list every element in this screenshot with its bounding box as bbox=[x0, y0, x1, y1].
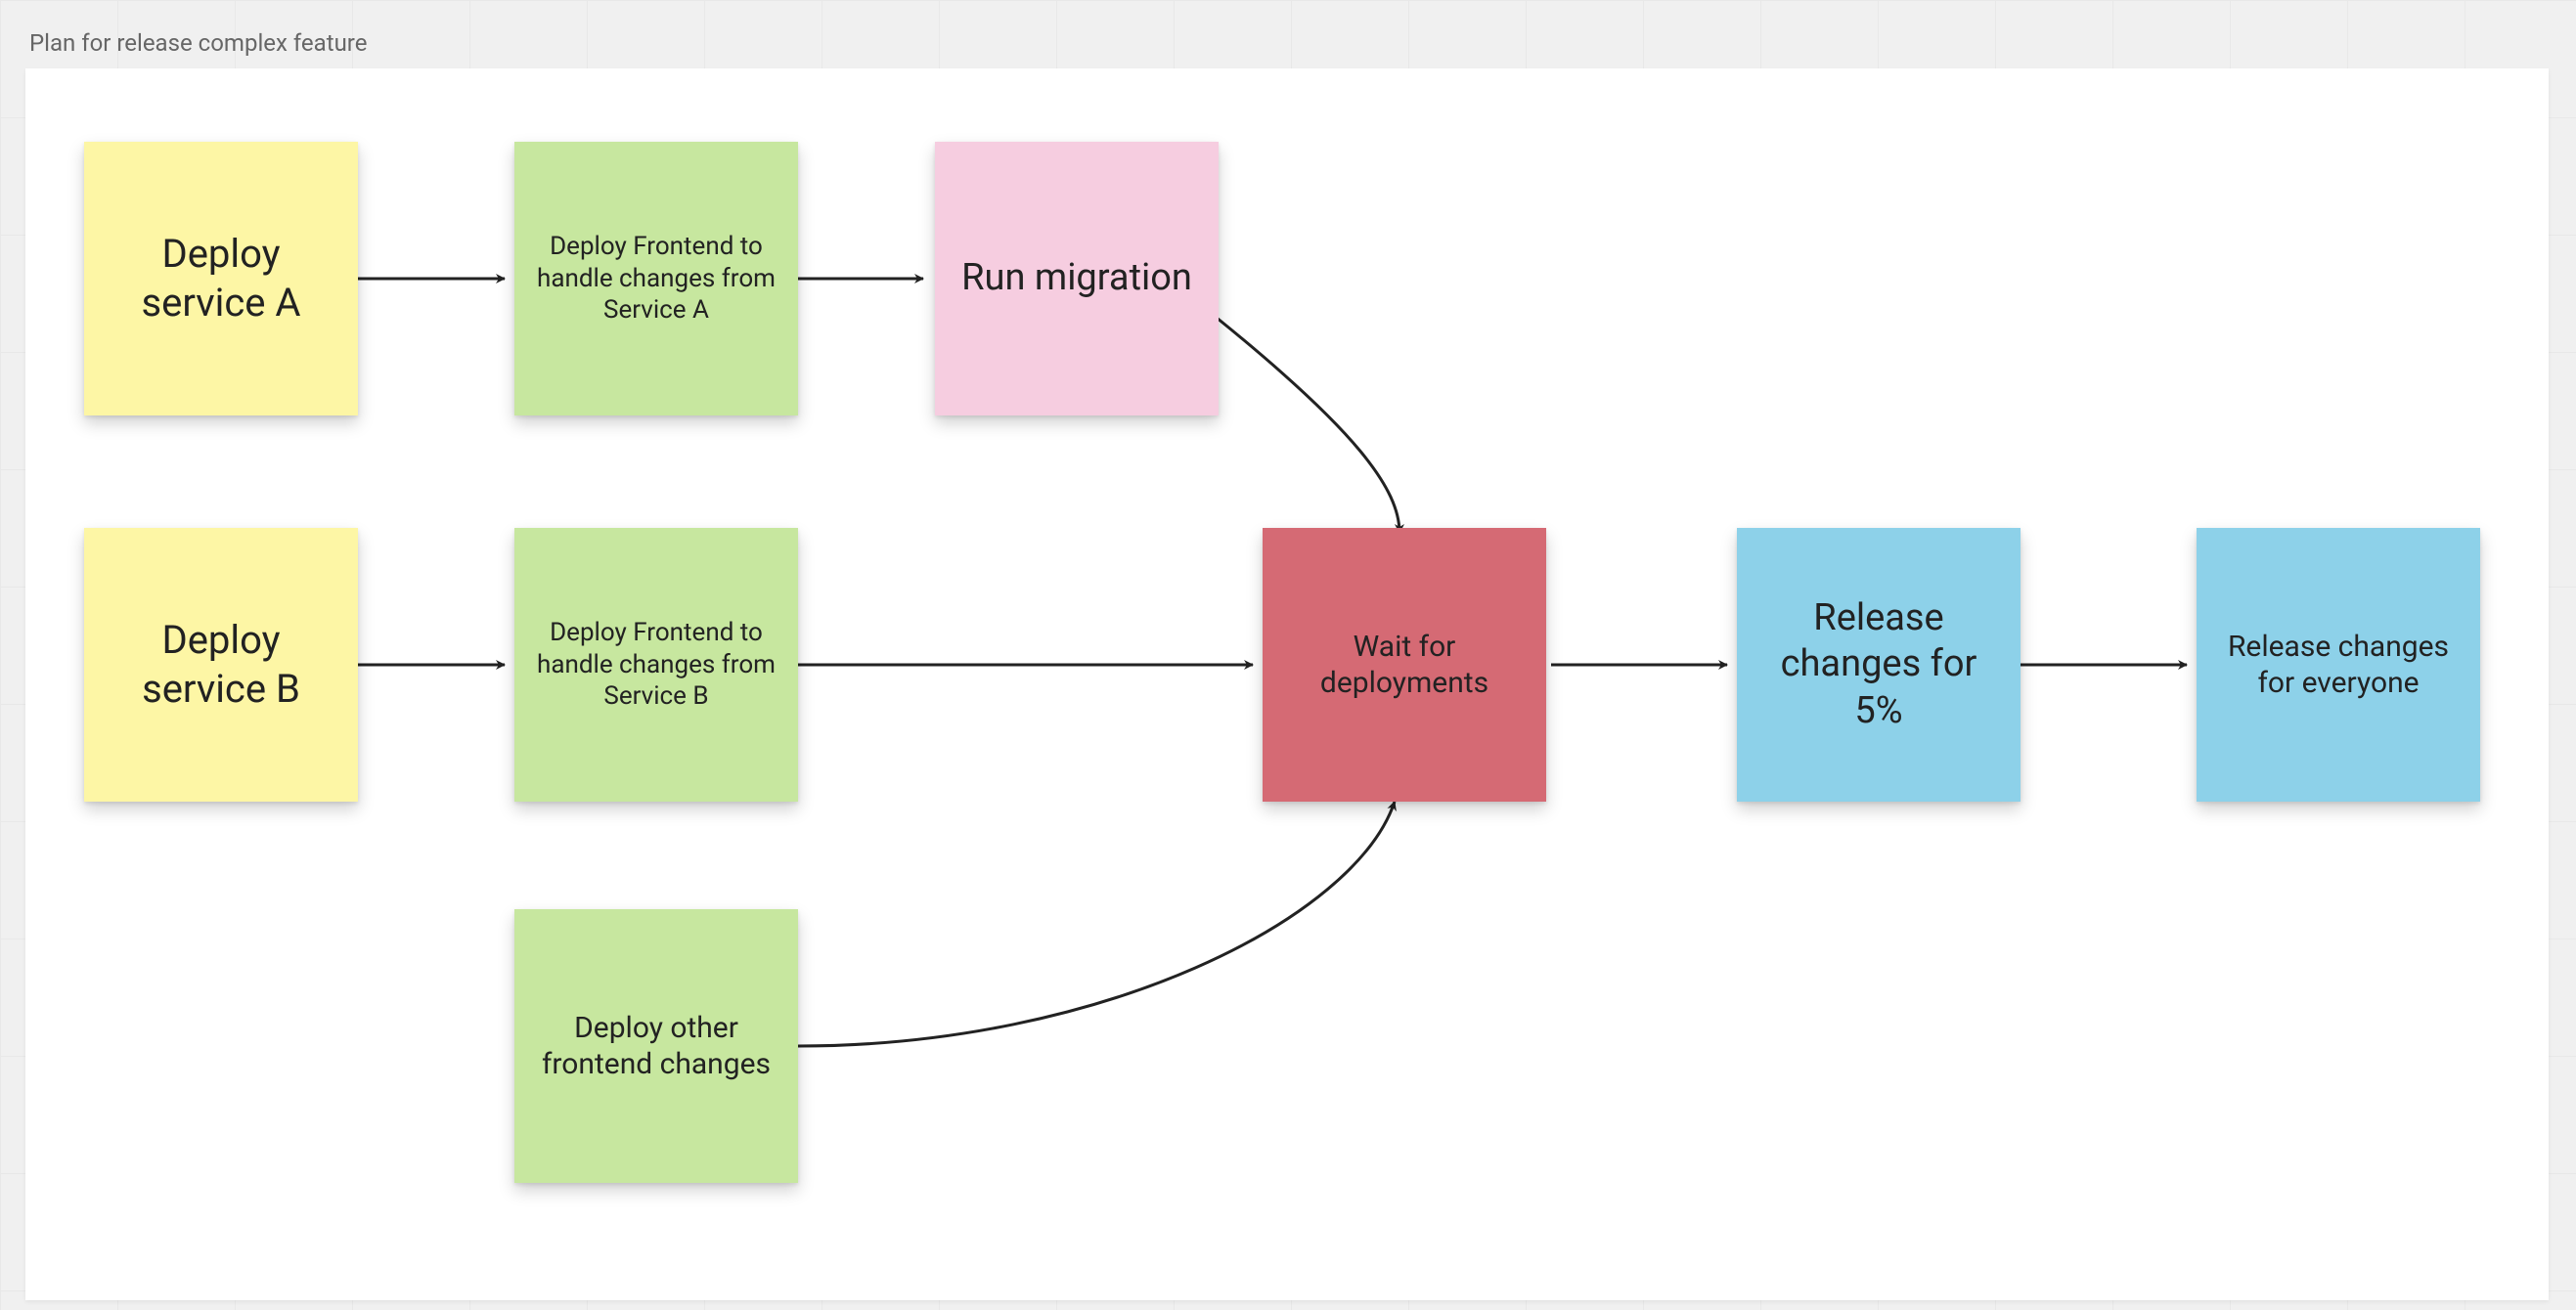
note-frontend-a[interactable]: Deploy Frontend to handle changes from S… bbox=[514, 142, 798, 415]
diagram-frame[interactable]: Deploy service A Deploy Frontend to hand… bbox=[25, 68, 2549, 1300]
note-run-migration[interactable]: Run migration bbox=[935, 142, 1219, 415]
arrow bbox=[798, 802, 1395, 1046]
note-deploy-service-a[interactable]: Deploy service A bbox=[84, 142, 358, 415]
frame-title: Plan for release complex feature bbox=[29, 29, 367, 57]
note-other-frontend[interactable]: Deploy other frontend changes bbox=[514, 909, 798, 1183]
arrow bbox=[1217, 318, 1399, 533]
note-release-5pct[interactable]: Release changes for 5% bbox=[1737, 528, 2021, 802]
note-deploy-service-b[interactable]: Deploy service B bbox=[84, 528, 358, 802]
note-wait-deployments[interactable]: Wait for deployments bbox=[1263, 528, 1546, 802]
note-frontend-b[interactable]: Deploy Frontend to handle changes from S… bbox=[514, 528, 798, 802]
note-release-everyone[interactable]: Release changes for everyone bbox=[2197, 528, 2480, 802]
